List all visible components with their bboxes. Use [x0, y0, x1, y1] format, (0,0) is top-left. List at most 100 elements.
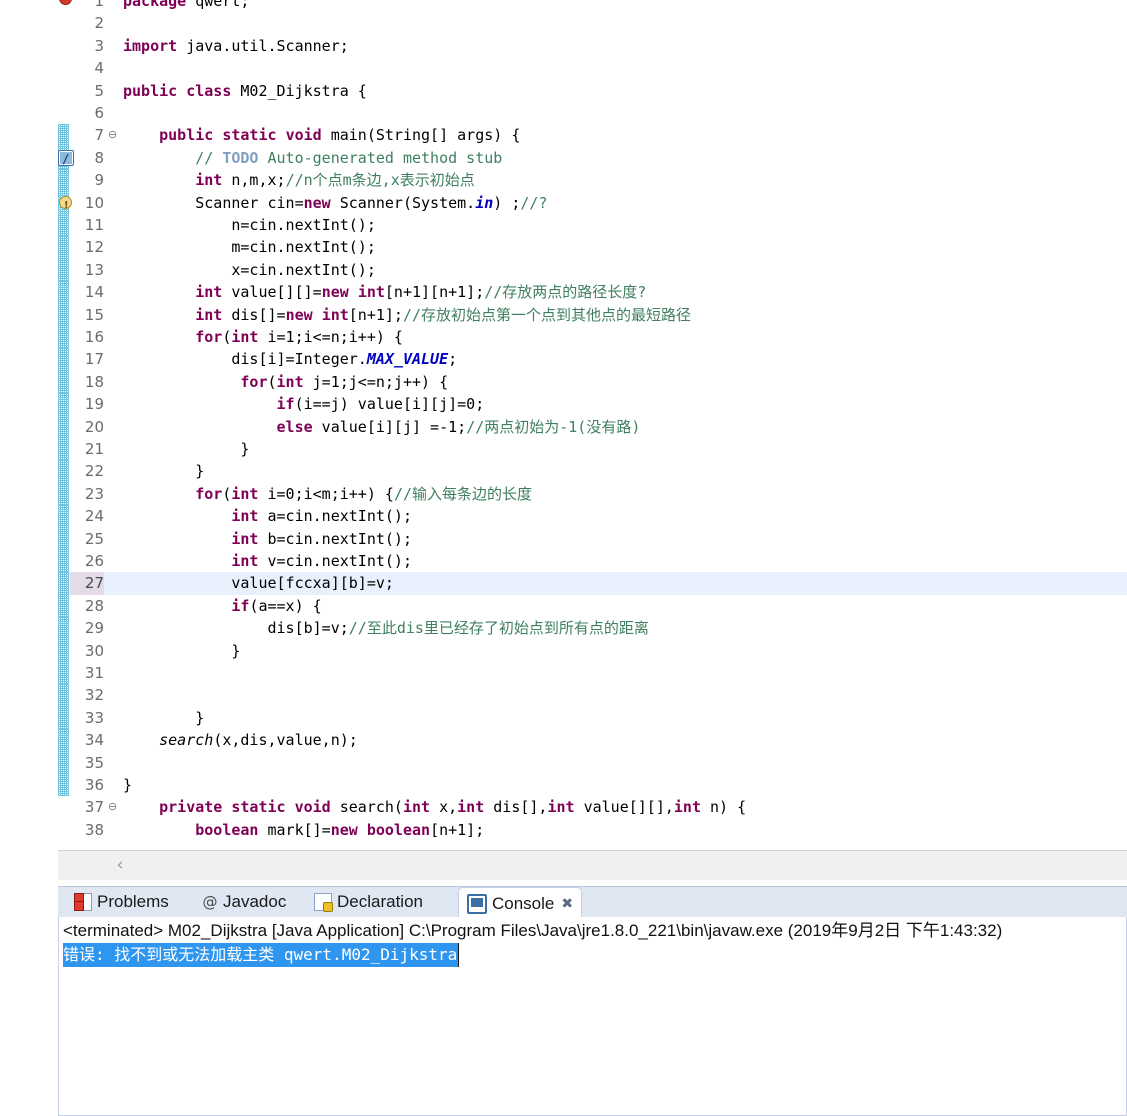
annotation-ruler-bar — [58, 236, 69, 259]
tab-console[interactable]: Console ✖ — [458, 887, 583, 919]
code-line[interactable]: 13 x=cin.nextInt(); — [58, 258, 1127, 282]
code-line[interactable]: 32 — [58, 684, 1127, 707]
line-number: 38 — [84, 820, 104, 839]
code-line-text: boolean mark[]=new boolean[n+1]; — [195, 820, 485, 839]
code-line-text: import java.util.Scanner; — [123, 36, 349, 55]
editor-horizontal-scrollbar[interactable]: ‹ — [58, 850, 1127, 881]
tab-javadoc[interactable]: @ Javadoc — [194, 887, 294, 917]
code-line-text: } — [123, 641, 241, 660]
line-number: 33 — [84, 708, 104, 727]
fold-collapse-icon[interactable]: ⊖ — [108, 796, 120, 818]
tab-declaration[interactable]: Declaration — [306, 887, 431, 917]
code-line[interactable]: 31 — [58, 662, 1127, 685]
code-line-text: } — [123, 708, 205, 727]
declaration-icon — [314, 893, 333, 912]
annotation-ruler-bar — [58, 594, 69, 618]
tab-problems[interactable]: Problems — [66, 887, 177, 917]
line-number: 15 — [84, 305, 104, 324]
annotation-ruler-bar — [58, 729, 69, 752]
code-line[interactable]: 18 for(int j=1;j<=n;j++) { — [58, 370, 1127, 394]
console-error-message[interactable]: 错误: 找不到或无法加载主类 qwert.M02_Dijkstra — [63, 943, 459, 967]
code-line[interactable]: 21 } — [58, 438, 1127, 461]
code-line[interactable]: 17 dis[i]=Integer.MAX_VALUE; — [58, 348, 1127, 371]
line-number: 26 — [84, 552, 104, 570]
code-line[interactable]: 5 public class M02_Dijkstra { — [58, 80, 1127, 102]
close-icon[interactable]: ✖ — [561, 896, 573, 912]
code-line[interactable]: 1 package qwert; — [58, 0, 1127, 12]
annotation-ruler-bar — [58, 326, 69, 349]
console-icon — [467, 893, 487, 914]
code-line[interactable]: 4 — [58, 57, 1127, 79]
line-number: 24 — [84, 507, 104, 526]
annotation-ruler-bar — [58, 751, 69, 774]
code-line-text: package qwert; — [123, 0, 250, 10]
code-viewport[interactable]: 1 package qwert; 2 3 import java.util.Scanne… — [58, 0, 1127, 850]
code-line-text: } — [123, 440, 250, 458]
line-number: 25 — [84, 529, 104, 548]
code-line[interactable]: 36} — [58, 774, 1127, 797]
fold-collapse-icon[interactable]: ⊖ — [108, 124, 120, 146]
code-line[interactable]: 7 ⊖ public static void main(String[] args… — [58, 124, 1127, 147]
code-line-text: int dis[]=new int[n+1];//存放初始点第一个点到其他点的最… — [195, 305, 692, 324]
gutter-marker-slot[interactable] — [58, 0, 72, 12]
code-line[interactable]: 22 } — [58, 460, 1127, 483]
editor-left-margin — [0, 0, 58, 880]
code-line[interactable]: 27 value[fccxa][b]=v; — [58, 572, 1127, 595]
code-line[interactable]: 30 } — [58, 639, 1127, 662]
code-line-text: int v=cin.nextInt(); — [231, 552, 412, 570]
line-number: 22 — [84, 462, 104, 481]
console-view[interactable]: <terminated> M02_Dijkstra [Java Applicat… — [58, 917, 1127, 1116]
code-line[interactable]: 19 if(i==j) value[i][j]=0; — [58, 393, 1127, 416]
code-line[interactable]: 37 ⊖ private static void search(int x,int… — [58, 796, 1127, 818]
code-line[interactable]: 3 import java.util.Scanner; — [58, 35, 1127, 57]
code-line-text: public static void main(String[] args) { — [159, 126, 521, 145]
annotation-ruler-bar — [58, 438, 69, 461]
line-number: 27 — [70, 572, 104, 595]
code-line[interactable]: 15 int dis[]=new int[n+1];//存放初始点第一个点到其他… — [58, 303, 1127, 326]
code-line[interactable]: 20 else value[i][j] =-1;//两点初始为-1(没有路) — [58, 415, 1127, 438]
code-line[interactable]: 11 n=cin.nextInt(); — [58, 214, 1127, 237]
code-line[interactable]: 25 int b=cin.nextInt(); — [58, 527, 1127, 550]
code-line[interactable]: 29 dis[b]=v;//至此dis里已经存了初始点到所有点的距离 — [58, 617, 1127, 640]
line-number: 4 — [94, 59, 104, 78]
code-line[interactable]: 24 int a=cin.nextInt(); — [58, 505, 1127, 528]
annotation-ruler-bar — [58, 482, 69, 506]
code-line-text: for(int j=1;j<=n;j++) { — [240, 372, 449, 391]
gutter-marker-slot[interactable] — [58, 147, 74, 170]
line-number: 17 — [84, 350, 104, 369]
code-line[interactable]: 33 } — [58, 706, 1127, 730]
line-number: 12 — [84, 238, 104, 257]
line-number: 36 — [84, 776, 104, 794]
annotation-ruler-bar — [58, 662, 69, 685]
code-line[interactable]: 9 int n,m,x;//n个点m条边,x表示初始点 — [58, 169, 1127, 192]
line-number: 18 — [84, 372, 104, 391]
code-line[interactable]: 23 for(int i=0;i<m;i++) {//输入每条边的长度 — [58, 482, 1127, 506]
javadoc-icon: @ — [202, 893, 218, 911]
code-line[interactable]: 14 int value[][]=new int[n+1][n+1];//存放两… — [58, 281, 1127, 304]
code-line-text: for(int i=1;i<=n;i++) { — [195, 328, 403, 346]
annotation-ruler-bar — [58, 124, 69, 147]
scroll-left-arrow-icon[interactable]: ‹ — [110, 855, 130, 875]
annotation-ruler-bar — [58, 281, 69, 304]
code-line-text: m=cin.nextInt(); — [123, 238, 376, 257]
code-line[interactable]: 12 m=cin.nextInt(); — [58, 236, 1127, 259]
code-line-text: public class M02_Dijkstra { — [123, 81, 367, 100]
code-line[interactable]: 26 int v=cin.nextInt(); — [58, 550, 1127, 573]
code-line[interactable]: 38 boolean mark[]=new boolean[n+1]; — [58, 819, 1127, 841]
code-line[interactable]: 2 — [58, 12, 1127, 34]
annotation-ruler-bar — [58, 706, 69, 730]
view-tab-bar[interactable]: Problems @ Javadoc Declaration Console ✖ — [58, 886, 1127, 919]
gutter-marker-slot[interactable] — [58, 192, 72, 217]
code-line[interactable]: 16 for(int i=1;i<=n;i++) { — [58, 326, 1127, 349]
annotation-ruler-bar — [58, 684, 69, 707]
code-line[interactable]: 35 — [58, 751, 1127, 774]
java-editor[interactable]: 1 package qwert; 2 3 import java.util.Scanne… — [0, 0, 1127, 881]
code-line-text: // TODO Auto-generated method stub — [195, 148, 503, 167]
code-line-text: int a=cin.nextInt(); — [231, 507, 412, 526]
code-line[interactable]: 6 — [58, 102, 1127, 124]
code-line[interactable]: 34 search(x,dis,value,n); — [58, 729, 1127, 752]
code-line[interactable]: 10 Scanner cin=new Scanner(System.in) ;/… — [58, 191, 1127, 217]
line-number: 1 — [94, 0, 104, 10]
code-line[interactable]: 28 if(a==x) { — [58, 594, 1127, 618]
code-line[interactable]: 8 // TODO Auto-generated method stub — [58, 146, 1127, 170]
